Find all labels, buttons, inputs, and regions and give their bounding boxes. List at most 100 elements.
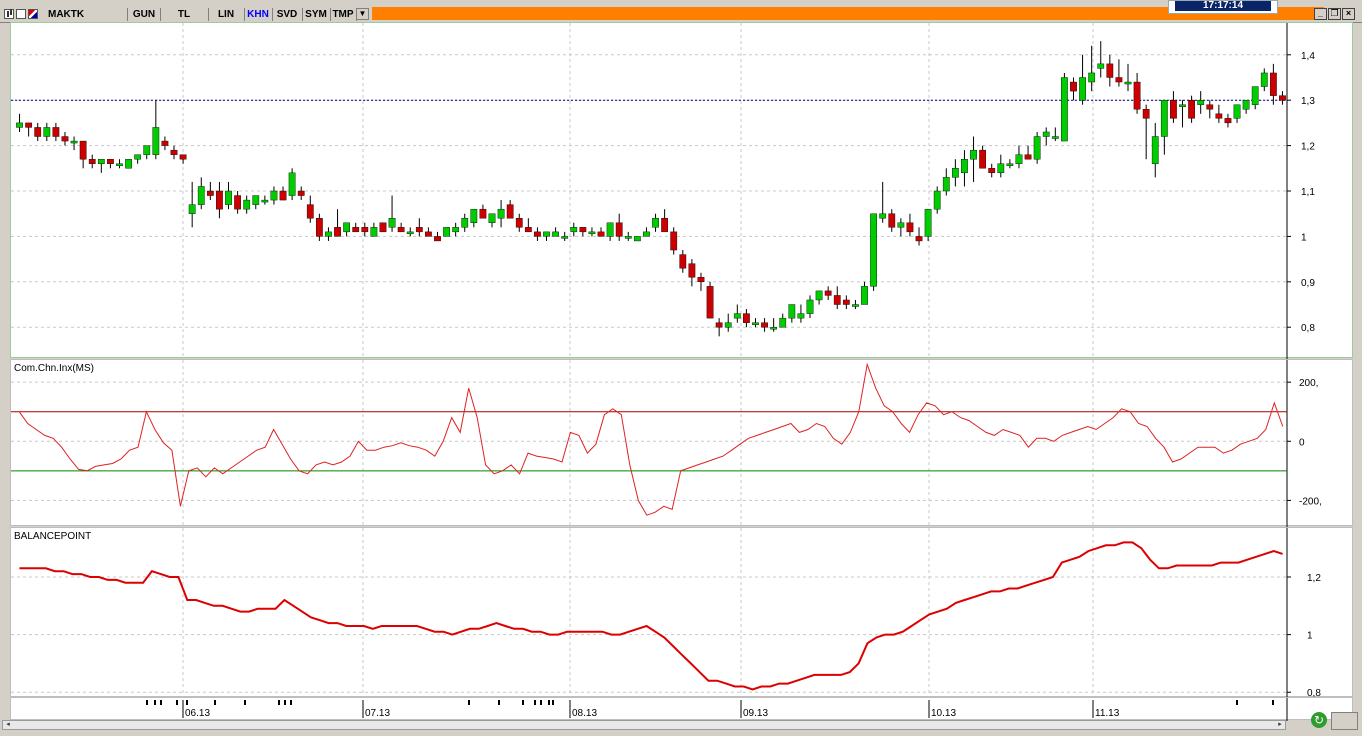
candle-body xyxy=(134,154,142,160)
candle-body xyxy=(606,222,614,237)
candle-body xyxy=(1251,86,1259,105)
candle-body xyxy=(797,313,805,319)
lin-button[interactable]: LIN xyxy=(208,8,245,21)
candle-body xyxy=(870,213,877,287)
candle-body xyxy=(788,304,796,319)
sym-button[interactable]: SYM xyxy=(302,8,331,21)
svd-button[interactable]: SVD xyxy=(272,8,303,21)
candle-body xyxy=(116,163,123,166)
candle-body xyxy=(1197,99,1205,105)
candle-body xyxy=(806,299,814,314)
flag-icon[interactable] xyxy=(28,8,38,19)
candle-body xyxy=(488,213,496,223)
candle-body xyxy=(1188,99,1195,119)
candle-body xyxy=(1260,72,1268,87)
candle-body xyxy=(724,322,732,328)
candle-body xyxy=(1115,77,1123,83)
cci-chart: 200, 0 -200, xyxy=(11,360,1322,527)
candle-body xyxy=(288,172,296,196)
candle-body xyxy=(833,295,841,305)
candle-body xyxy=(1033,136,1041,160)
y-tick-label: 1,1 xyxy=(1301,187,1315,198)
gun-button[interactable]: GUN xyxy=(128,8,161,21)
balancepoint-chart: 1,210,8 xyxy=(11,528,1321,698)
candle-body xyxy=(915,236,923,242)
candle-body xyxy=(1006,163,1014,166)
candle-body xyxy=(43,127,51,137)
candle-body xyxy=(597,231,605,237)
candle-body xyxy=(425,231,432,237)
candle-body xyxy=(1215,113,1223,119)
cci-panel[interactable]: 200, 0 -200, Com.Chn.Inx(MS) xyxy=(10,359,1353,527)
candle-body xyxy=(1124,81,1132,85)
candle-body xyxy=(561,236,569,239)
candle-body xyxy=(979,149,987,169)
candle-body xyxy=(661,218,669,233)
chart-icon[interactable] xyxy=(4,8,14,19)
y-tick-label: 1,3 xyxy=(1301,96,1315,107)
candle-body xyxy=(1179,104,1186,107)
candle-body xyxy=(543,231,550,237)
candle-body xyxy=(988,168,996,174)
candle-body xyxy=(1024,154,1032,160)
minimize-icon[interactable]: _ xyxy=(1314,8,1327,20)
candle-body xyxy=(79,140,87,160)
candle-body xyxy=(1224,118,1232,124)
toolbar: MAKTK GUN TL LIN KHN SVD SYM TMP ▼ 17:17… xyxy=(0,0,1362,23)
candle-body xyxy=(479,208,487,219)
candle-body xyxy=(279,190,287,201)
candle-body xyxy=(179,154,187,160)
candle-body xyxy=(633,236,641,242)
candle-body xyxy=(497,208,505,219)
price-chart: 1,4 1,3 1,2 1,1 1 0,9 0,8 xyxy=(11,23,1315,359)
corner-button[interactable] xyxy=(1331,712,1358,730)
chevron-down-icon[interactable]: ▼ xyxy=(356,8,369,20)
candle-body xyxy=(524,227,532,233)
candle-body xyxy=(924,208,932,237)
candle-body xyxy=(961,159,968,174)
restore-icon[interactable]: ❐ xyxy=(1328,8,1341,20)
candle-body xyxy=(25,122,33,128)
candle-body xyxy=(588,231,596,235)
symbol-field[interactable]: MAKTK xyxy=(46,8,128,21)
tl-button[interactable]: TL xyxy=(160,8,209,21)
candle-body xyxy=(1269,72,1277,96)
candle-body xyxy=(170,149,178,155)
candle-body xyxy=(643,231,650,237)
balancepoint-label: BALANCEPOINT xyxy=(14,531,92,542)
candle-body xyxy=(842,299,850,305)
y-tick-label: 1 xyxy=(1301,232,1307,243)
candle-body xyxy=(679,254,687,269)
candle-body xyxy=(879,213,887,219)
candle-body xyxy=(906,222,914,233)
candle-body xyxy=(652,218,659,228)
khn-button[interactable]: KHN xyxy=(244,8,273,21)
candle-body xyxy=(452,227,460,233)
candle-body xyxy=(61,136,69,142)
candle-body xyxy=(1133,81,1141,110)
candle-body xyxy=(688,263,696,278)
window-icon[interactable] xyxy=(16,8,26,19)
window-controls: _ ❐ × xyxy=(1314,8,1355,20)
price-chart-panel[interactable]: 1,4 1,3 1,2 1,1 1 0,9 0,8 xyxy=(10,22,1353,359)
month-label: 08.13 xyxy=(572,708,597,719)
scroll-left-icon[interactable]: ◂ xyxy=(3,721,13,729)
refresh-icon[interactable]: ↻ xyxy=(1311,712,1327,728)
candle-body xyxy=(306,204,314,219)
candle-body xyxy=(225,190,232,205)
close-icon[interactable]: × xyxy=(1342,8,1355,20)
candle-body xyxy=(52,127,60,137)
scroll-right-icon[interactable]: ▸ xyxy=(1275,721,1285,729)
candle-body xyxy=(861,286,868,305)
candle-body xyxy=(1097,63,1105,69)
candle-body xyxy=(888,213,896,228)
horizontal-scrollbar[interactable]: ◂ ▸ xyxy=(2,720,1286,730)
candle-body xyxy=(325,231,332,237)
tmp-button[interactable]: TMP xyxy=(330,8,357,21)
candle-body xyxy=(270,190,278,201)
candle-body xyxy=(107,159,114,164)
candle-body xyxy=(261,199,269,203)
candle-body xyxy=(216,190,223,210)
balancepoint-panel[interactable]: 1,2 1 0,8 BALANCEPOINT xyxy=(10,527,1353,698)
candle-body xyxy=(624,236,632,239)
